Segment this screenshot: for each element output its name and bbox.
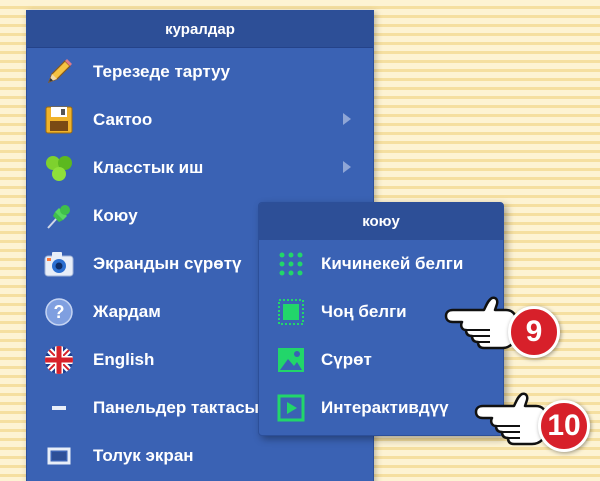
menu-item-fullscreen[interactable]: Толук экран [27,432,373,480]
menu-item-label: Жардам [93,302,161,321]
small-marker-icon [275,248,307,280]
fullscreen-icon [41,438,77,474]
minus-icon [41,390,77,426]
menu-item-label: Панельдер тактасы [93,398,260,417]
submenu-item-label: Кичинекей белги [321,254,464,273]
camera-icon [41,246,77,282]
pushpin-icon [41,198,77,234]
menu-item-class-work[interactable]: Класстык иш [27,144,373,192]
submenu-item-label: Интерактивдүү [321,398,449,417]
menu-item-label: Толук экран [93,446,194,465]
large-marker-icon [275,296,307,328]
menu-item-draw-in-window[interactable]: Терезеде тартуу [27,48,373,96]
menu-item-label: Сактоо [93,110,153,129]
chevron-right-icon [343,113,351,125]
callout-badge-10: 10 [538,400,590,452]
floppy-disk-icon [41,102,77,138]
menu-item-label: Терезеде тартуу [93,62,231,81]
svg-text:?: ? [54,302,65,322]
uk-flag-icon [41,342,77,378]
tools-menu-title: куралдар [27,11,373,48]
submenu-item-label: Сүрөт [321,350,372,369]
help-icon: ? [41,294,77,330]
menu-item-save[interactable]: Сактоо [27,96,373,144]
interactive-play-icon [275,392,307,424]
chevron-right-icon [343,161,351,173]
submenu-item-interactive[interactable]: Интерактивдүү [259,384,503,432]
submenu-item-label: Чоң белги [321,302,407,321]
insert-submenu-title: коюу [259,203,503,240]
callout-badge-9: 9 [508,306,560,358]
class-work-icon [41,150,77,186]
pointing-hand-icon [444,296,518,350]
submenu-item-small-marker[interactable]: Кичинекей белги [259,240,503,288]
pencil-icon [41,54,77,90]
menu-item-label: Экрандын сүрөтү [93,254,242,273]
menu-item-label: Коюу [93,206,138,225]
menu-item-label: Класстык иш [93,158,204,177]
menu-item-label: English [93,350,155,369]
image-icon [275,344,307,376]
